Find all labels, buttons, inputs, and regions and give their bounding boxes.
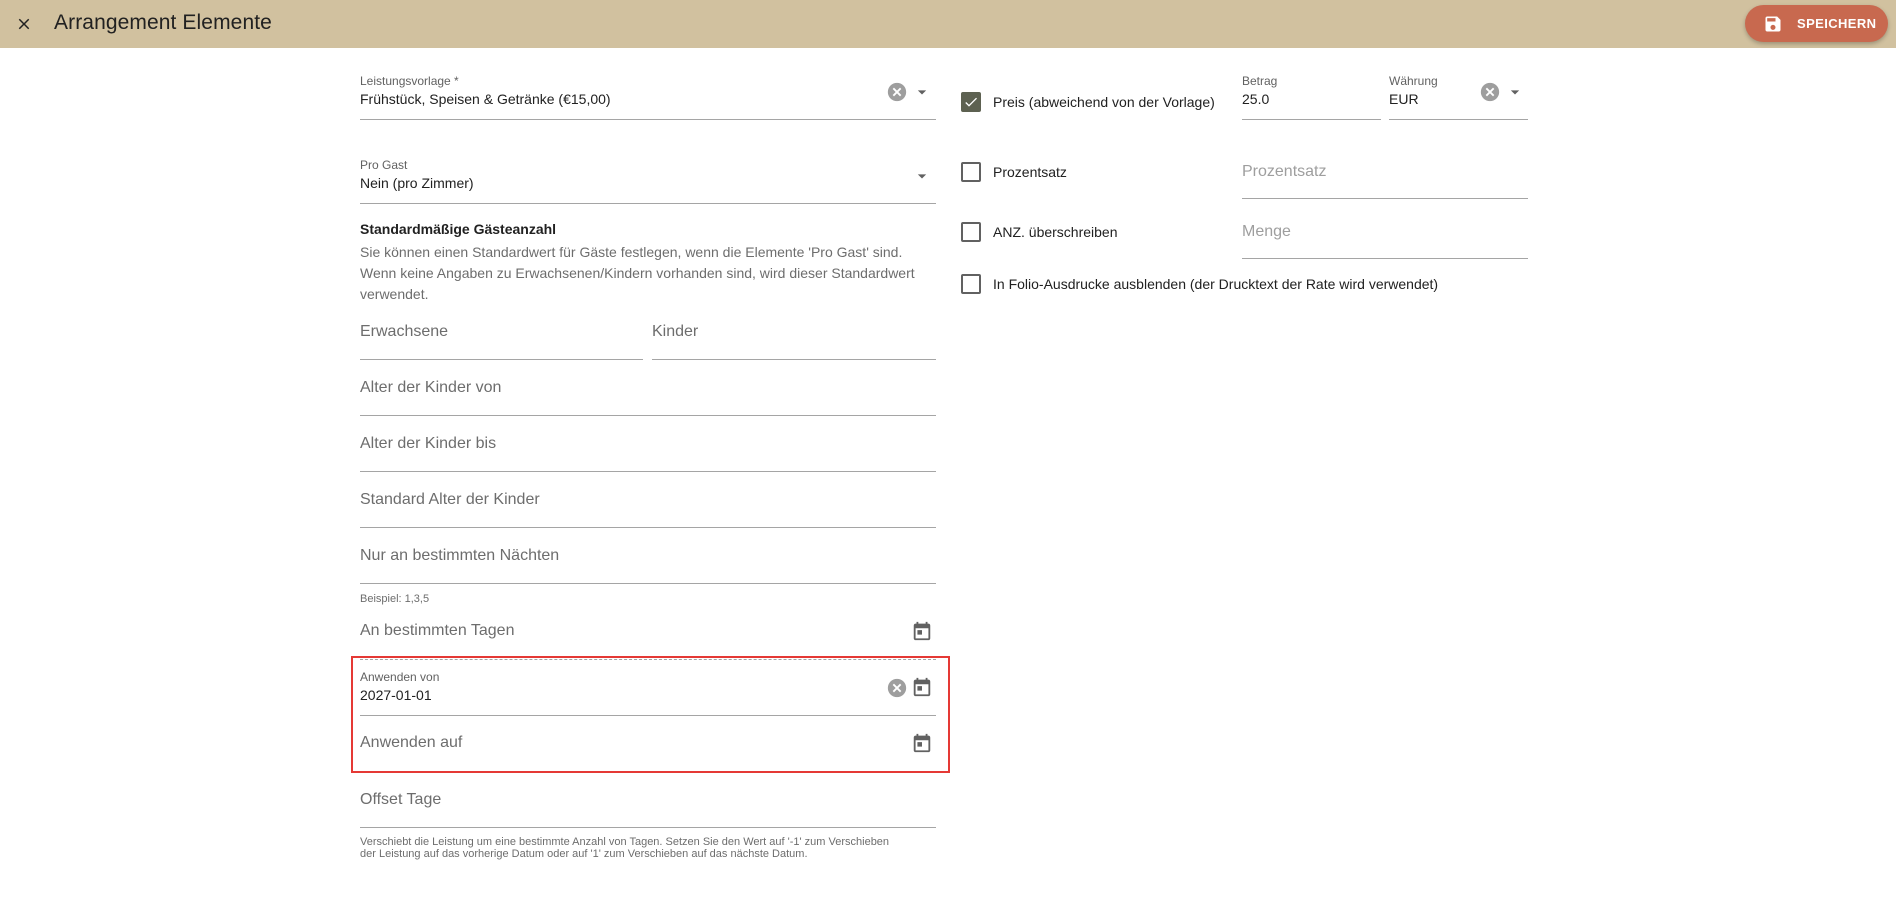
service-template-label: Leistungsvorlage * bbox=[360, 74, 459, 88]
price-override-label: Preis (abweichend von der Vorlage) bbox=[993, 94, 1215, 110]
hide-in-folio-label: In Folio-Ausdrucke ausblenden (der Druck… bbox=[993, 276, 1439, 292]
calendar-icon[interactable] bbox=[911, 676, 933, 698]
default-child-age-input[interactable]: Standard Alter der Kinder bbox=[360, 484, 936, 528]
offset-days-hint-line2: der Leistung auf das vorherige Datum ode… bbox=[360, 848, 808, 860]
specific-nights-placeholder: Nur an bestimmten Nächten bbox=[360, 547, 560, 564]
offset-days-placeholder: Offset Tage bbox=[360, 791, 442, 808]
price-override-checkbox[interactable] bbox=[961, 92, 981, 112]
child-age-from-placeholder: Alter der Kinder von bbox=[360, 379, 502, 396]
service-template-select[interactable]: Leistungsvorlage * Frühstück, Speisen & … bbox=[360, 70, 936, 120]
service-template-value: Frühstück, Speisen & Getränke (€15,00) bbox=[360, 91, 611, 107]
clear-icon[interactable] bbox=[886, 81, 908, 103]
dropdown-arrow-icon[interactable] bbox=[912, 166, 932, 186]
amount-input[interactable]: Betrag 25.0 bbox=[1242, 70, 1381, 120]
quantity-placeholder: Menge bbox=[1242, 223, 1291, 240]
amount-value: 25.0 bbox=[1242, 91, 1270, 107]
default-guests-description: Sie können einen Standardwert für Gäste … bbox=[360, 244, 915, 302]
hide-in-folio-checkbox[interactable] bbox=[961, 274, 981, 294]
save-button-label: SPEICHERN bbox=[1797, 16, 1877, 31]
specific-nights-hint: Beispiel: 1,3,5 bbox=[360, 593, 430, 605]
child-age-from-input[interactable]: Alter der Kinder von bbox=[360, 372, 936, 416]
children-placeholder: Kinder bbox=[652, 323, 699, 340]
calendar-icon[interactable] bbox=[911, 732, 933, 754]
child-age-to-placeholder: Alter der Kinder bis bbox=[360, 435, 497, 452]
children-input[interactable]: Kinder bbox=[652, 316, 936, 360]
specific-days-placeholder: An bestimmten Tagen bbox=[360, 622, 515, 639]
dropdown-arrow-icon[interactable] bbox=[912, 82, 932, 102]
percentage-checkbox-row[interactable]: Prozentsatz bbox=[961, 162, 1067, 182]
currency-select[interactable]: Währung EUR bbox=[1389, 70, 1528, 120]
app-header: Arrangement Elemente SPEICHERN bbox=[0, 0, 1896, 48]
close-icon bbox=[18, 18, 30, 30]
clear-icon[interactable] bbox=[1479, 81, 1501, 103]
adults-input[interactable]: Erwachsene bbox=[360, 316, 643, 360]
qty-override-checkbox-row[interactable]: ANZ. überschreiben bbox=[961, 222, 1118, 242]
default-guests-title: Standardmäßige Gästeanzahl bbox=[360, 221, 557, 237]
quantity-input[interactable]: Menge bbox=[1242, 214, 1528, 259]
child-age-to-input[interactable]: Alter der Kinder bis bbox=[360, 428, 936, 472]
adults-placeholder: Erwachsene bbox=[360, 323, 449, 340]
specific-days-input[interactable]: An bestimmten Tagen bbox=[360, 614, 936, 660]
check-icon bbox=[965, 97, 977, 107]
page-title: Arrangement Elemente bbox=[54, 11, 272, 34]
per-guest-select[interactable]: Pro Gast Nein (pro Zimmer) bbox=[360, 154, 936, 204]
save-button[interactable]: SPEICHERN bbox=[1745, 5, 1888, 42]
percentage-checkbox[interactable] bbox=[961, 162, 981, 182]
offset-days-hint-line1: Verschiebt die Leistung um eine bestimmt… bbox=[360, 836, 890, 848]
apply-to-placeholder: Anwenden auf bbox=[360, 734, 463, 751]
percentage-label: Prozentsatz bbox=[993, 164, 1067, 180]
qty-override-label: ANZ. überschreiben bbox=[993, 224, 1118, 240]
currency-label: Währung bbox=[1389, 74, 1438, 88]
clear-icon[interactable] bbox=[886, 677, 908, 699]
percentage-input[interactable]: Prozentsatz bbox=[1242, 154, 1528, 199]
amount-label: Betrag bbox=[1242, 74, 1278, 88]
qty-override-checkbox[interactable] bbox=[961, 222, 981, 242]
per-guest-value: Nein (pro Zimmer) bbox=[360, 175, 474, 191]
apply-from-value: 2027-01-01 bbox=[360, 687, 432, 703]
apply-from-date-input[interactable]: Anwenden von 2027-01-01 bbox=[360, 666, 936, 716]
offset-days-input[interactable]: Offset Tage bbox=[360, 784, 936, 828]
percentage-placeholder: Prozentsatz bbox=[1242, 163, 1327, 180]
default-child-age-placeholder: Standard Alter der Kinder bbox=[360, 491, 540, 508]
dropdown-arrow-icon[interactable] bbox=[1505, 82, 1525, 102]
hide-in-folio-checkbox-row[interactable]: In Folio-Ausdrucke ausblenden (der Druck… bbox=[961, 274, 1438, 294]
save-icon bbox=[1765, 16, 1781, 31]
per-guest-label: Pro Gast bbox=[360, 158, 408, 172]
currency-value: EUR bbox=[1389, 91, 1419, 107]
apply-from-label: Anwenden von bbox=[360, 670, 440, 684]
price-override-checkbox-row[interactable]: Preis (abweichend von der Vorlage) bbox=[961, 92, 1215, 112]
specific-nights-input[interactable]: Nur an bestimmten Nächten bbox=[360, 540, 936, 584]
close-button[interactable] bbox=[8, 8, 40, 40]
calendar-icon[interactable] bbox=[911, 620, 933, 642]
apply-to-date-input[interactable]: Anwenden auf bbox=[360, 722, 936, 766]
